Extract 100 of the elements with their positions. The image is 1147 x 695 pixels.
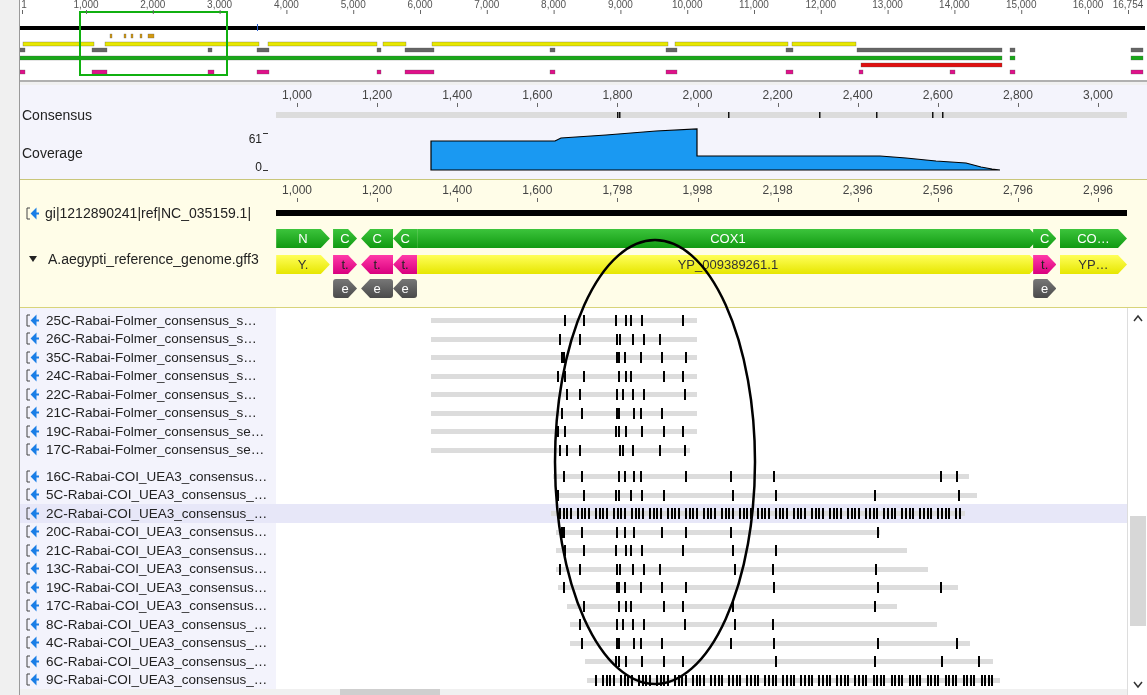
read-row[interactable]: 25C-Rabai-Folmer_consensus_s… [20, 311, 1127, 330]
ruler-label: 2,000 [140, 0, 166, 10]
horizontal-scrollbar[interactable] [20, 689, 1127, 695]
gene-annotation: C [1033, 229, 1057, 248]
ruler-label: 14,000 [939, 0, 970, 10]
sequence-icon [26, 562, 40, 576]
vertical-scrollbar[interactable] [1127, 308, 1147, 695]
read-name: 17C-Rabai-COI_UEA3_consensus… [46, 598, 268, 614]
ruler-label: 16,000 [1072, 0, 1104, 10]
ruler-label: 12,000 [805, 0, 837, 10]
read-row[interactable]: 13C-Rabai-COI_UEA3_consensus… [20, 559, 1127, 578]
scroll-up-icon[interactable] [1133, 314, 1143, 322]
read-name: 2C-Rabai-COI_UEA3_consensus_… [46, 505, 268, 521]
scroll-down-icon[interactable] [1133, 681, 1143, 689]
read-row[interactable]: 22C-Rabai-Folmer_consensus_s… [20, 385, 1127, 404]
gene-annotation: CO… [1059, 229, 1127, 248]
read-name: 19C-Rabai-COI_UEA3_consensus… [46, 579, 268, 595]
scrollbar-thumb[interactable] [340, 689, 440, 695]
sequence-icon [26, 654, 40, 668]
sequence-icon [26, 443, 40, 457]
read-name: 19C-Rabai-Folmer_consensus_se… [46, 423, 265, 439]
gene-annotation: C [361, 229, 394, 248]
read-row[interactable]: 2C-Rabai-COI_UEA3_consensus_… [20, 504, 1127, 523]
read-row[interactable]: 8C-Rabai-COI_UEA3_consensus_… [20, 615, 1127, 634]
read-name: 20C-Rabai-COI_UEA3_consensus… [46, 524, 268, 540]
exon-annotation: e [361, 279, 394, 298]
ruler-label: 3,000 [1083, 88, 1113, 102]
read-name: 4C-Rabai-COI_UEA3_consensus_… [46, 635, 268, 651]
read-row[interactable]: 24C-Rabai-Folmer_consensus_s… [20, 366, 1127, 385]
ruler-label: 2,600 [922, 88, 953, 102]
sequence-icon [26, 599, 40, 613]
sequence-icon [26, 636, 40, 650]
sequence-icon [26, 580, 40, 594]
read-row[interactable]: 21C-Rabai-Folmer_consensus_s… [20, 403, 1127, 422]
ruler-label: 2,200 [762, 88, 793, 102]
read-row[interactable]: 4C-Rabai-COI_UEA3_consensus_… [20, 633, 1127, 652]
collapse-triangle-icon[interactable] [28, 255, 38, 263]
ruler-label: 1,798 [602, 183, 633, 197]
ruler-label: 2,800 [1002, 88, 1033, 102]
ruler-label: 1,000 [73, 0, 99, 10]
read-row[interactable]: 35C-Rabai-Folmer_consensus_s… [20, 348, 1127, 367]
axis-label: 0 [255, 161, 262, 173]
ruler-label: 1,200 [362, 88, 393, 102]
read-row[interactable]: 21C-Rabai-COI_UEA3_consensus… [20, 541, 1127, 560]
ruler-label: 2,996 [1083, 183, 1113, 197]
sequence-name: gi|1212890241|ref|NC_035159.1| [45, 205, 252, 221]
read-name: 13C-Rabai-COI_UEA3_consensus… [46, 561, 268, 577]
sequence-icon [26, 543, 40, 557]
ruler-label: 5,000 [340, 0, 366, 10]
gene-annotation: C [393, 229, 418, 248]
ruler-label: 1,000 [282, 183, 312, 197]
ruler-label: 11,000 [739, 0, 769, 10]
read-row[interactable]: 5C-Rabai-COI_UEA3_consensus_… [20, 485, 1127, 504]
read-name: 9C-Rabai-COI_UEA3_consensus_… [46, 672, 268, 688]
ruler-label: 1,000 [282, 88, 312, 102]
read-row[interactable]: 20C-Rabai-COI_UEA3_consensus… [20, 522, 1127, 541]
ruler-label: 8,000 [541, 0, 567, 10]
ruler-label: 7,000 [474, 0, 500, 10]
ruler-label: 2,596 [922, 183, 953, 197]
cds-annotation: Y. [276, 255, 330, 274]
sequence-icon [26, 369, 40, 383]
sequence-icon [26, 350, 40, 364]
read-row[interactable]: 6C-Rabai-COI_UEA3_consensus_… [20, 652, 1127, 671]
sequence-icon [26, 406, 40, 420]
read-row[interactable]: 17C-Rabai-Folmer_consensus_se… [20, 440, 1127, 459]
sequence-icon [26, 469, 40, 483]
ruler-label: 4,000 [273, 0, 299, 10]
read-row[interactable]: 26C-Rabai-Folmer_consensus_s… [20, 329, 1127, 348]
read-row[interactable]: 16C-Rabai-COI_UEA3_consensus… [20, 467, 1127, 486]
read-row[interactable]: 19C-Rabai-COI_UEA3_consensus… [20, 578, 1127, 597]
read-name: 22C-Rabai-Folmer_consensus_s… [46, 386, 257, 402]
sequence-icon [26, 332, 40, 346]
trna-annotation: t. [333, 255, 358, 274]
read-name: 35C-Rabai-Folmer_consensus_s… [46, 349, 257, 365]
axis-label: 61 [248, 133, 262, 145]
sequence-icon [26, 673, 40, 687]
ruler-label: 9,000 [607, 0, 633, 10]
scrollbar-thumb[interactable] [1130, 516, 1146, 626]
read-row[interactable]: 9C-Rabai-COI_UEA3_consensus_… [20, 670, 1127, 689]
sequence-icon [26, 506, 40, 520]
ruler-label: 1,400 [442, 88, 473, 102]
sequence-icon [26, 525, 40, 539]
ruler-label: 1,200 [362, 183, 393, 197]
ruler-label: 1,400 [442, 183, 473, 197]
track-label: Consensus [21, 106, 94, 125]
sequence-icon [26, 206, 40, 220]
ruler-label: 16,754 [1112, 0, 1144, 10]
sequence-icon [26, 488, 40, 502]
sequence-icon [26, 387, 40, 401]
read-row[interactable]: 19C-Rabai-Folmer_consensus_se… [20, 422, 1127, 441]
read-name: 16C-Rabai-COI_UEA3_consensus… [46, 468, 268, 484]
sequence-icon [26, 424, 40, 438]
ruler-label: 1,600 [522, 88, 553, 102]
scale-bracket [263, 133, 268, 171]
read-name: 21C-Rabai-COI_UEA3_consensus… [46, 542, 268, 558]
ruler-label: 6,000 [407, 0, 433, 10]
read-name: 25C-Rabai-Folmer_consensus_s… [46, 312, 257, 328]
ruler-label: 1,600 [522, 183, 553, 197]
ruler-label: 2,796 [1002, 183, 1033, 197]
read-row[interactable]: 17C-Rabai-COI_UEA3_consensus… [20, 596, 1127, 615]
